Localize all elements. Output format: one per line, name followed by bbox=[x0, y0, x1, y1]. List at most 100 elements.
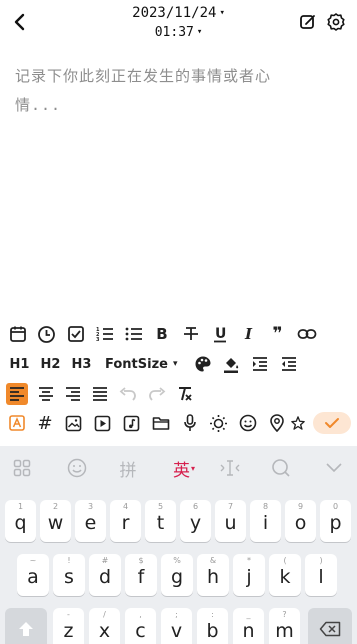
english-mode-button[interactable]: 英 ▾ bbox=[168, 458, 200, 481]
search-icon bbox=[272, 459, 290, 477]
key-t[interactable]: 5t bbox=[145, 500, 176, 542]
key-n[interactable]: _ n bbox=[233, 608, 264, 644]
image-button[interactable] bbox=[59, 409, 88, 437]
key-char: d bbox=[98, 566, 112, 588]
key-hint: 9 bbox=[297, 502, 304, 511]
settings-button[interactable] bbox=[326, 12, 346, 32]
align-justify-button[interactable] bbox=[86, 380, 113, 408]
hide-keyboard-button[interactable] bbox=[323, 458, 345, 478]
fill-color-button[interactable] bbox=[217, 350, 245, 378]
cursor-move-button[interactable] bbox=[219, 458, 241, 478]
location-button[interactable] bbox=[262, 409, 291, 437]
keyboard-emoji-button[interactable] bbox=[66, 458, 88, 478]
weather-button[interactable] bbox=[204, 409, 233, 437]
edit-button[interactable] bbox=[298, 12, 318, 32]
key-r[interactable]: 4r bbox=[110, 500, 141, 542]
key-s[interactable]: ! s bbox=[53, 554, 85, 596]
grid-icon bbox=[13, 459, 31, 477]
key-g[interactable]: % g bbox=[161, 554, 193, 596]
color-palette-button[interactable] bbox=[189, 350, 217, 378]
key-q[interactable]: 1q bbox=[5, 500, 36, 542]
ordered-list-icon: 123 bbox=[96, 327, 113, 343]
key-char: v bbox=[170, 620, 183, 642]
mood-button[interactable] bbox=[233, 409, 262, 437]
undo-button[interactable] bbox=[113, 380, 142, 408]
quote-button[interactable]: ❞ bbox=[263, 320, 292, 348]
folder-icon bbox=[152, 417, 169, 430]
pinyin-mode-button[interactable]: 拼 bbox=[117, 458, 139, 481]
key-char: m bbox=[275, 620, 294, 642]
align-center-icon bbox=[38, 387, 53, 401]
voice-button[interactable] bbox=[175, 409, 204, 437]
clear-format-button[interactable] bbox=[171, 380, 199, 408]
content-editor[interactable]: 记录下你此刻正在发生的事情或者心情... bbox=[15, 62, 315, 120]
folder-button[interactable] bbox=[146, 409, 175, 437]
heading2-button[interactable]: H2 bbox=[35, 350, 66, 378]
edit-icon bbox=[300, 15, 315, 29]
key-y[interactable]: 6y bbox=[180, 500, 211, 542]
redo-icon bbox=[148, 387, 165, 401]
align-right-button[interactable] bbox=[59, 380, 86, 408]
bold-button[interactable]: B bbox=[148, 320, 176, 348]
heading3-button[interactable]: H3 bbox=[66, 350, 97, 378]
bullet-list-button[interactable] bbox=[119, 320, 148, 348]
key-j[interactable]: * j bbox=[233, 554, 265, 596]
key-i[interactable]: 8i bbox=[250, 500, 281, 542]
heading1-button[interactable]: H1 bbox=[4, 350, 35, 378]
shift-icon bbox=[19, 622, 33, 636]
video-button[interactable] bbox=[88, 409, 117, 437]
location-pin-icon bbox=[269, 414, 284, 432]
key-v[interactable]: ; v bbox=[161, 608, 192, 644]
music-button[interactable] bbox=[117, 409, 146, 437]
key-c[interactable]: ,c bbox=[125, 608, 156, 644]
underline-button[interactable]: U bbox=[205, 320, 234, 348]
italic-button[interactable]: I bbox=[234, 320, 263, 348]
hashtag-button[interactable]: # bbox=[31, 409, 59, 437]
redo-button[interactable] bbox=[142, 380, 171, 408]
key-hint: 2 bbox=[52, 502, 59, 511]
microphone-icon bbox=[183, 414, 196, 431]
text-style-button[interactable] bbox=[4, 409, 29, 437]
italic-label: I bbox=[244, 325, 253, 343]
backspace-key[interactable] bbox=[308, 608, 352, 644]
outdent-button[interactable] bbox=[274, 350, 303, 378]
link-button[interactable] bbox=[292, 320, 321, 348]
indent-button[interactable] bbox=[245, 350, 274, 378]
shift-key[interactable] bbox=[5, 608, 47, 644]
link-icon bbox=[297, 329, 316, 339]
key-f[interactable]: $ f bbox=[125, 554, 157, 596]
key-u[interactable]: 7u bbox=[215, 500, 246, 542]
key-hint: ) bbox=[319, 556, 323, 565]
keyboard-grid-button[interactable] bbox=[12, 458, 32, 478]
align-left-icon bbox=[9, 387, 24, 401]
strikethrough-icon bbox=[183, 327, 198, 340]
key-z[interactable]: -z bbox=[53, 608, 84, 644]
strikethrough-button[interactable] bbox=[176, 320, 205, 348]
time-insert-button[interactable] bbox=[32, 320, 61, 348]
key-a[interactable]: ~ a bbox=[17, 554, 49, 596]
key-h[interactable]: & h bbox=[197, 554, 229, 596]
key-hint: ~ bbox=[29, 556, 37, 565]
align-left-button[interactable] bbox=[4, 380, 29, 408]
calendar-button[interactable] bbox=[4, 320, 32, 348]
checkbox-button[interactable] bbox=[61, 320, 90, 348]
key-b[interactable]: :b bbox=[197, 608, 228, 644]
more-tools-button[interactable] bbox=[291, 409, 305, 437]
align-center-button[interactable] bbox=[32, 380, 59, 408]
fontsize-selector[interactable]: FontSize ▾ bbox=[97, 350, 189, 378]
key-d[interactable]: # d bbox=[89, 554, 121, 596]
keyboard-search-button[interactable] bbox=[270, 458, 292, 478]
key-e[interactable]: 3e bbox=[75, 500, 106, 542]
key-hint: % bbox=[173, 556, 181, 565]
ordered-list-button[interactable]: 123 bbox=[90, 320, 119, 348]
key-m[interactable]: ? m bbox=[269, 608, 300, 644]
key-p[interactable]: 0p bbox=[320, 500, 351, 542]
key-o[interactable]: 9o bbox=[285, 500, 316, 542]
done-button[interactable] bbox=[313, 412, 351, 434]
pinyin-label: 拼 bbox=[119, 460, 137, 481]
key-x[interactable]: / x bbox=[89, 608, 120, 644]
editor-placeholder: 记录下你此刻正在发生的事情或者心情... bbox=[15, 67, 272, 114]
key-k[interactable]: (k bbox=[269, 554, 301, 596]
key-l[interactable]: ) l bbox=[305, 554, 337, 596]
key-w[interactable]: 2w bbox=[40, 500, 71, 542]
